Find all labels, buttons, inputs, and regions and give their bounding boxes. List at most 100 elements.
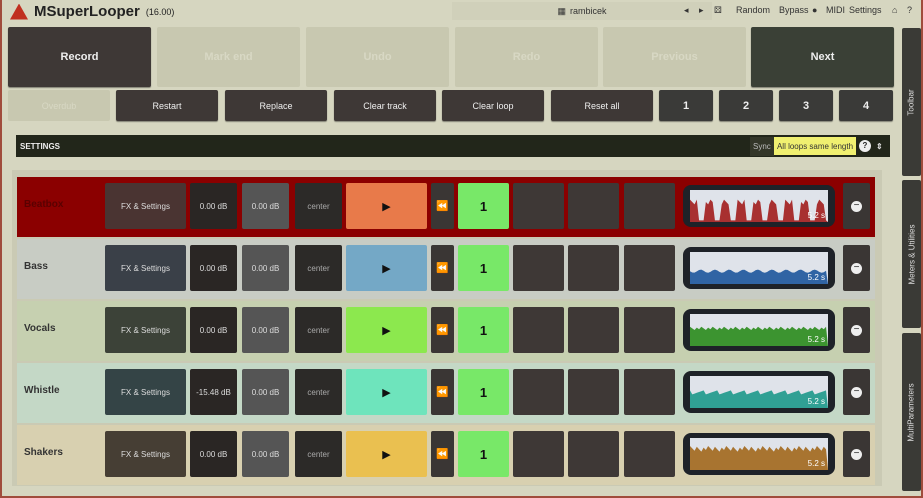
- play-icon: ▶: [382, 262, 391, 275]
- loop-slot-active[interactable]: 1: [458, 245, 509, 291]
- remove-track-button[interactable]: −: [843, 431, 870, 477]
- loop-slot[interactable]: [568, 183, 619, 229]
- rewind-button[interactable]: ⏪: [431, 431, 454, 477]
- remove-track-button[interactable]: −: [843, 369, 870, 415]
- pan-knob[interactable]: center: [295, 431, 342, 477]
- loop-slot[interactable]: [568, 431, 619, 477]
- sync-dropdown[interactable]: All loops same length: [774, 137, 856, 155]
- tab-meters-utilities[interactable]: Meters & Utilities: [902, 180, 921, 328]
- midi-button[interactable]: MIDI: [826, 5, 845, 15]
- clear-loop-button[interactable]: Clear loop: [442, 90, 544, 121]
- gain-knob[interactable]: 0.00 dB: [242, 183, 289, 229]
- loop-slot-active[interactable]: 1: [458, 183, 509, 229]
- undo-button[interactable]: Undo: [306, 27, 449, 87]
- loop-slot-active[interactable]: 1: [458, 307, 509, 353]
- loop-slot[interactable]: [568, 307, 619, 353]
- tab-label: Meters & Utilities: [907, 223, 917, 285]
- volume-knob[interactable]: -15.48 dB: [190, 369, 237, 415]
- track-select-1-button[interactable]: 1: [659, 90, 713, 121]
- logo-icon: [10, 3, 28, 20]
- volume-knob[interactable]: 0.00 dB: [190, 183, 237, 229]
- volume-knob[interactable]: 0.00 dB: [190, 431, 237, 477]
- loop-slot[interactable]: [624, 369, 675, 415]
- pan-knob[interactable]: center: [295, 369, 342, 415]
- replace-button[interactable]: Replace: [225, 90, 327, 121]
- play-button[interactable]: ▶: [346, 431, 427, 477]
- gain-knob[interactable]: 0.00 dB: [242, 369, 289, 415]
- remove-track-button[interactable]: −: [843, 245, 870, 291]
- fx-settings-button[interactable]: FX & Settings: [105, 307, 186, 353]
- play-button[interactable]: ▶: [346, 245, 427, 291]
- fx-settings-button[interactable]: FX & Settings: [105, 369, 186, 415]
- preset-selector[interactable]: ▦ rambicek: [452, 2, 712, 20]
- pan-knob[interactable]: center: [295, 245, 342, 291]
- loop-slot[interactable]: [568, 245, 619, 291]
- settings-bar[interactable]: SETTINGS Sync All loops same length ? ⇕: [16, 135, 890, 157]
- waveform-display[interactable]: 5.2 s: [683, 371, 835, 413]
- settings-button[interactable]: Settings: [849, 5, 882, 15]
- track-select-3-button[interactable]: 3: [779, 90, 833, 121]
- home-icon[interactable]: ⌂: [892, 5, 897, 15]
- gain-knob[interactable]: 0.00 dB: [242, 245, 289, 291]
- loop-slot-active[interactable]: 1: [458, 431, 509, 477]
- remove-track-button[interactable]: −: [843, 183, 870, 229]
- next-preset-icon[interactable]: ▸: [699, 5, 704, 16]
- track-select-2-button[interactable]: 2: [719, 90, 773, 121]
- track-select-4-button[interactable]: 4: [839, 90, 893, 121]
- reset-all-button[interactable]: Reset all: [551, 90, 653, 121]
- waveform-display[interactable]: 5.2 s: [683, 185, 835, 227]
- loop-slot[interactable]: [513, 245, 564, 291]
- help-icon[interactable]: ?: [907, 5, 912, 15]
- pan-knob[interactable]: center: [295, 183, 342, 229]
- loop-slot[interactable]: [624, 245, 675, 291]
- loop-slot[interactable]: [513, 369, 564, 415]
- rewind-button[interactable]: ⏪: [431, 245, 454, 291]
- play-button[interactable]: ▶: [346, 183, 427, 229]
- clear-track-button[interactable]: Clear track: [334, 90, 436, 121]
- bypass-button[interactable]: Bypass: [779, 5, 809, 15]
- sync-help-icon[interactable]: ?: [859, 140, 871, 152]
- loop-slot[interactable]: [568, 369, 619, 415]
- loop-slot[interactable]: [513, 183, 564, 229]
- next-button[interactable]: Next: [751, 27, 894, 87]
- prev-preset-icon[interactable]: ◂: [684, 5, 689, 16]
- play-button[interactable]: ▶: [346, 307, 427, 353]
- tab-toolbar[interactable]: Toolbar: [902, 28, 921, 176]
- dice-icon[interactable]: ⚄: [714, 5, 722, 16]
- waveform-display[interactable]: 5.2 s: [683, 433, 835, 475]
- tab-multiparameters[interactable]: MultiParameters: [902, 333, 921, 491]
- volume-knob[interactable]: 0.00 dB: [190, 245, 237, 291]
- redo-button[interactable]: Redo: [455, 27, 598, 87]
- loop-slot[interactable]: [513, 431, 564, 477]
- fx-settings-button[interactable]: FX & Settings: [105, 183, 186, 229]
- loop-slot[interactable]: [624, 183, 675, 229]
- gain-knob[interactable]: 0.00 dB: [242, 431, 289, 477]
- loop-slot[interactable]: [513, 307, 564, 353]
- info-icon[interactable]: ●: [812, 5, 817, 15]
- rewind-button[interactable]: ⏪: [431, 183, 454, 229]
- rewind-icon: ⏪: [436, 448, 449, 460]
- fx-settings-button[interactable]: FX & Settings: [105, 431, 186, 477]
- track-row: Whistle FX & Settings -15.48 dB 0.00 dB …: [17, 363, 875, 423]
- sync-stepper-icon[interactable]: ⇕: [876, 142, 883, 151]
- volume-knob[interactable]: 0.00 dB: [190, 307, 237, 353]
- rewind-button[interactable]: ⏪: [431, 307, 454, 353]
- loop-slot[interactable]: [624, 307, 675, 353]
- rewind-button[interactable]: ⏪: [431, 369, 454, 415]
- previous-button[interactable]: Previous: [603, 27, 746, 87]
- gain-knob[interactable]: 0.00 dB: [242, 307, 289, 353]
- pan-knob[interactable]: center: [295, 307, 342, 353]
- overdub-button[interactable]: Overdub: [8, 90, 110, 121]
- play-icon: ▶: [382, 200, 391, 213]
- loop-slot[interactable]: [624, 431, 675, 477]
- random-button[interactable]: Random: [736, 5, 770, 15]
- loop-slot-active[interactable]: 1: [458, 369, 509, 415]
- record-button[interactable]: Record: [8, 27, 151, 87]
- mark-end-button[interactable]: Mark end: [157, 27, 300, 87]
- remove-track-button[interactable]: −: [843, 307, 870, 353]
- waveform-display[interactable]: 5.2 s: [683, 309, 835, 351]
- restart-button[interactable]: Restart: [116, 90, 218, 121]
- fx-settings-button[interactable]: FX & Settings: [105, 245, 186, 291]
- play-button[interactable]: ▶: [346, 369, 427, 415]
- waveform-display[interactable]: 5.2 s: [683, 247, 835, 289]
